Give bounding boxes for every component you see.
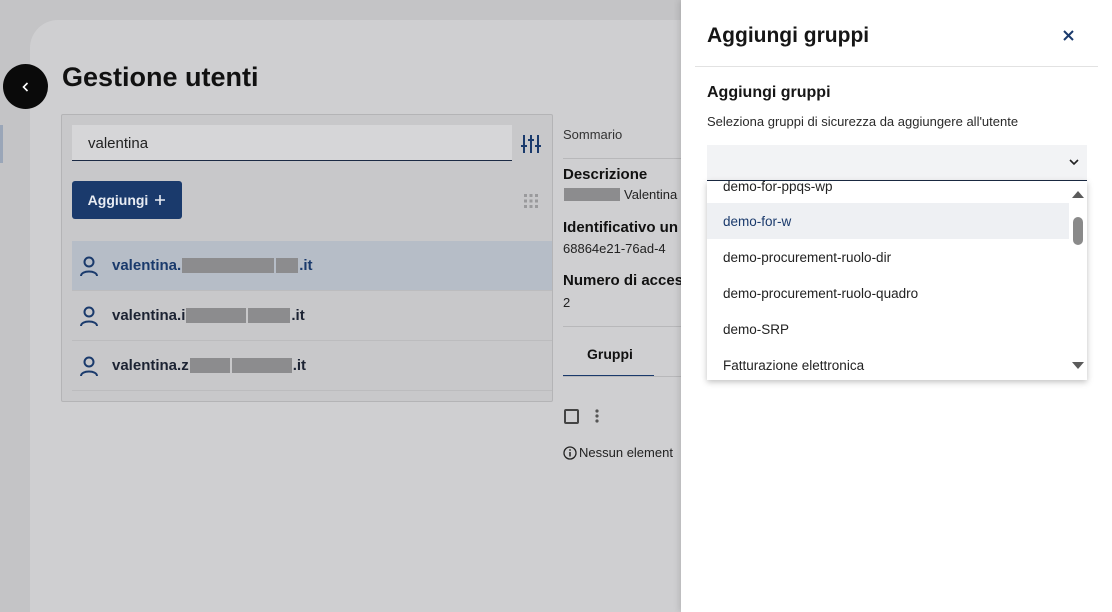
page-title: Gestione utenti [62,62,259,92]
select-all-checkbox[interactable] [564,409,579,424]
dropdown-option[interactable]: demo-procurement-ruolo-dir [707,239,1069,275]
close-button[interactable] [1058,25,1078,45]
kebab-menu-icon[interactable] [595,408,599,424]
add-user-button[interactable]: Aggiungi [72,181,182,219]
dropdown-option[interactable]: demo-SRP [707,311,1069,347]
dropdown-option[interactable]: demo-for-w [707,203,1069,239]
search-input-value: valentina [88,135,149,152]
identifier-label: Identificativo un [563,219,679,236]
user-email: valentina.i .it [112,307,305,324]
groups-dropdown-list: demo-for-ppqs-wp demo-for-w demo-procure… [707,181,1087,380]
redacted-block [186,308,247,323]
add-button-label: Aggiungi [87,192,149,208]
divider [695,66,1098,67]
redacted-block [248,308,291,323]
back-button[interactable] [3,64,48,109]
user-email: valentina.z .it [112,357,307,374]
user-list-item[interactable]: valentina.z .it [72,341,552,391]
redacted-block [231,358,292,373]
user-list-item[interactable]: valentina.i .it [72,291,552,341]
user-detail-panel: Sommario Descrizione Valentina Identific… [563,114,683,474]
empty-state: Nessun element [563,445,673,460]
user-icon [80,256,98,276]
user-icon [80,356,98,376]
chevron-left-icon [21,81,28,92]
divider [563,158,683,159]
groups-select[interactable] [707,145,1087,181]
close-icon [1062,29,1074,41]
access-count-label: Numero di acces [563,272,683,289]
description-value: Valentina [563,187,677,202]
field-helper-text: Seleziona gruppi di sicurezza da aggiung… [707,114,1019,129]
redacted-block [276,258,299,273]
chevron-down-icon [1069,159,1079,166]
add-groups-side-panel: Aggiungi gruppi Aggiungi gruppi Selezion… [681,0,1112,612]
search-input[interactable]: valentina [72,125,512,161]
scrollbar-thumb[interactable] [1073,217,1083,245]
divider [563,326,683,327]
dropdown-scrollbar[interactable] [1069,181,1087,380]
redacted-block [182,258,275,273]
user-email: valentina. .it [112,257,313,274]
dropdown-option[interactable]: demo-procurement-ruolo-quadro [707,275,1069,311]
tab-gruppi[interactable]: Gruppi [563,339,654,377]
field-label: Aggiungi gruppi [707,84,831,101]
dropdown-option[interactable]: demo-for-ppqs-wp [707,181,1069,204]
scroll-down-arrow-icon[interactable] [1072,362,1084,369]
access-count-value: 2 [563,295,571,310]
detail-summary-label: Sommario [563,127,623,142]
redacted-block [189,358,230,373]
description-label: Descrizione [563,166,648,183]
user-icon [80,306,98,326]
dropdown-option[interactable]: Fatturazione elettronica [707,347,1069,380]
side-panel-title: Aggiungi gruppi [707,24,870,47]
redacted-block [564,188,620,201]
info-icon [563,445,577,460]
identifier-value: 68864e21-76ad-4 [563,241,666,256]
plus-icon [155,195,166,205]
scroll-up-arrow-icon[interactable] [1072,191,1084,198]
left-nav-indicator [0,125,3,163]
user-list-item[interactable]: valentina. .it [72,241,552,291]
tab-divider [563,376,683,377]
drag-grid-icon[interactable] [524,194,538,208]
filter-sliders-icon[interactable] [520,133,542,155]
user-list-panel: valentina Aggiungi valentina. .it valenti… [61,114,553,402]
